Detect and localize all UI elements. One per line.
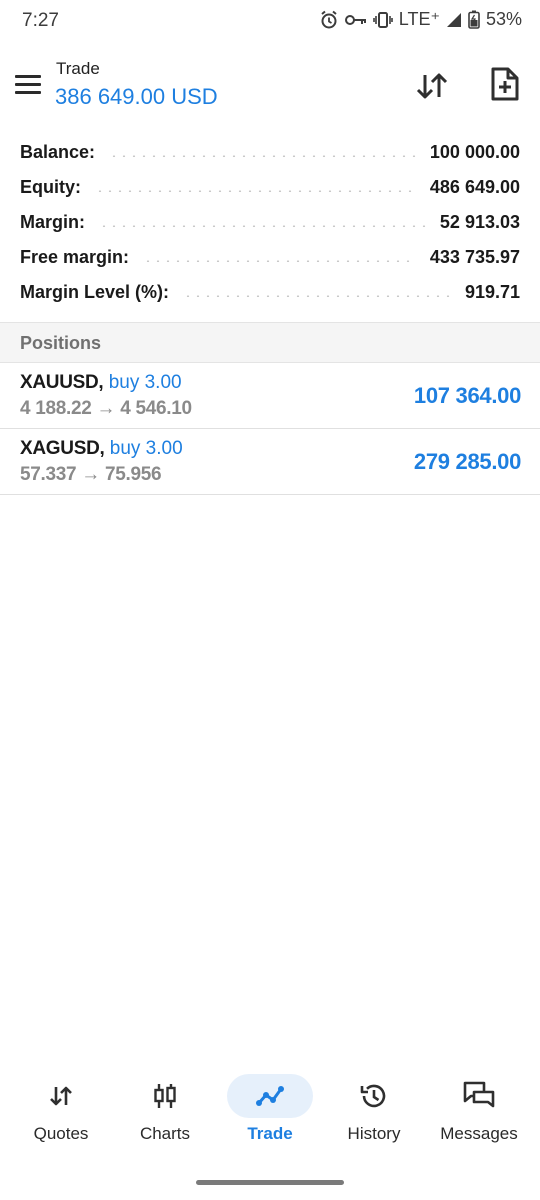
position-row-xauusd[interactable]: XAUUSD, buy 3.00 4 188.22 → 4 546.10 107… [0,363,540,429]
summary-label: Equity: [20,177,81,197]
account-summary: Balance: 100 000.00 Equity: 486 649.00 M… [0,135,540,310]
summary-row-equity: Equity: 486 649.00 [0,170,540,205]
nav-label: Trade [247,1124,293,1143]
messages-icon [436,1074,522,1118]
home-indicator[interactable] [196,1180,344,1185]
nav-messages[interactable]: Messages [425,1066,533,1156]
position-header: XAUUSD, buy 3.00 [20,372,182,394]
status-icons: LTE⁺ 53% [319,9,522,30]
summary-row-margin-level: Margin Level (%): 919.71 [0,275,540,310]
dot-leader [183,294,451,297]
new-order-icon[interactable] [484,64,524,104]
summary-label: Margin Level (%): [20,282,170,302]
position-profit: 107 364.00 [413,383,521,408]
nav-charts[interactable]: Charts [111,1066,219,1156]
quotes-icon [18,1074,104,1118]
history-icon [331,1074,417,1118]
account-balance-header: 386 649.00 USD [55,84,218,109]
position-symbol: XAGUSD, [20,438,105,459]
key-icon [344,13,367,27]
vibrate-icon [372,11,393,29]
app-header: Trade 386 649.00 USD [0,52,540,122]
nav-label: History [347,1124,401,1143]
summary-label: Margin: [20,212,85,232]
nav-trade[interactable]: Trade [216,1066,324,1156]
positions-title: Positions [20,333,102,353]
sort-arrows-icon[interactable] [412,66,452,106]
nav-label: Messages [440,1124,518,1143]
summary-value: 433 735.97 [429,247,520,267]
position-header: XAGUSD, buy 3.00 [20,438,183,460]
dot-leader [99,224,426,227]
dot-leader [143,259,416,262]
summary-row-balance: Balance: 100 000.00 [0,135,540,170]
position-prices: 57.337 → 75.956 [20,464,162,485]
status-time: 7:27 [22,10,59,31]
summary-row-free-margin: Free margin: 433 735.97 [0,240,540,275]
dot-leader [109,154,416,157]
position-prices: 4 188.22 → 4 546.10 [20,398,192,419]
position-type: buy 3.00 [109,438,183,459]
summary-label: Balance: [20,142,96,162]
nav-history[interactable]: History [320,1066,428,1156]
nav-label: Quotes [33,1124,89,1143]
bottom-navigation: Quotes Charts Trade History Messages [0,1066,540,1166]
positions-section-header: Positions [0,322,540,363]
alarm-icon [319,10,339,30]
position-profit: 279 285.00 [413,449,521,474]
page-title: Trade [56,59,100,78]
summary-value: 919.71 [464,282,520,302]
charts-icon [122,1074,208,1118]
battery-percent: 53% [485,9,522,29]
summary-row-margin: Margin: 52 913.03 [0,205,540,240]
nav-quotes[interactable]: Quotes [7,1066,115,1156]
status-bar: 7:27 LTE⁺ 53% [0,0,540,44]
position-type: buy 3.00 [108,372,182,393]
summary-value: 52 913.03 [439,212,520,232]
summary-label: Free margin: [20,247,130,267]
trade-icon [227,1074,313,1118]
dot-leader [95,189,416,192]
position-row-xagusd[interactable]: XAGUSD, buy 3.00 57.337 → 75.956 279 285… [0,429,540,495]
battery-icon [468,10,480,29]
summary-value: 486 649.00 [429,177,520,197]
nav-label: Charts [139,1124,191,1143]
network-type: LTE⁺ [398,9,440,29]
summary-value: 100 000.00 [429,142,520,162]
signal-icon [446,12,462,28]
menu-icon[interactable] [12,68,44,100]
position-symbol: XAUUSD, [20,372,104,393]
